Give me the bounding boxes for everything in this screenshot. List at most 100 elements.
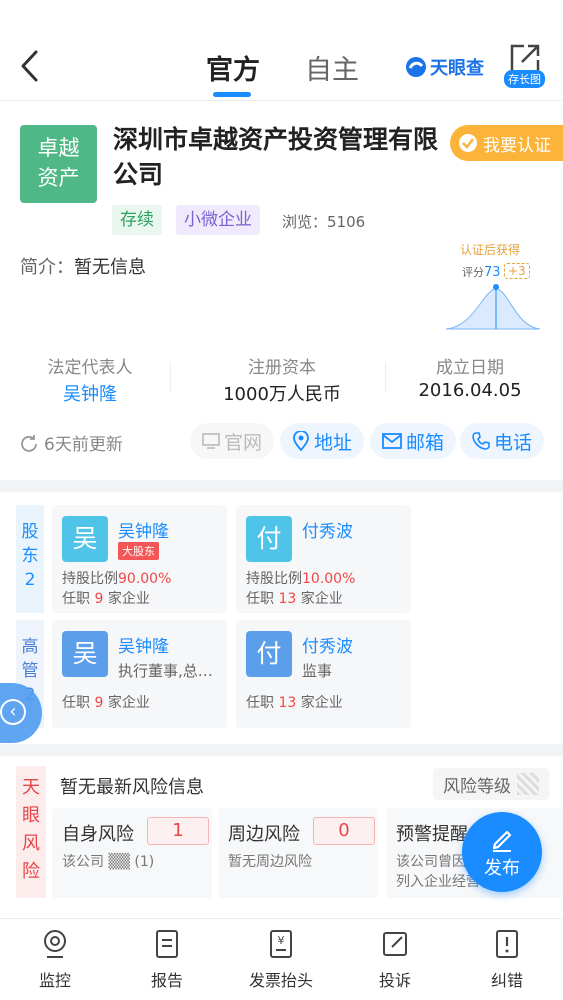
back-arrow-icon[interactable] [14,44,48,88]
publish-button[interactable]: 发布 [462,812,542,892]
section-divider [0,480,563,492]
risk-card-title: 自身风险 [62,824,134,845]
surrounding-risk-card[interactable]: 周边风险 0 暂无周边风险 [218,808,378,898]
nav-correction[interactable]: 纠错 [462,929,552,991]
monitor-icon [202,433,220,449]
executive-card[interactable]: 付 付秀波 监事 任职 13 家企业 [236,620,411,728]
risk-card-title: 预警提醒 [396,824,468,845]
score-card-title: 认证后获得 [460,243,521,257]
edit-pen-icon [492,830,512,852]
publish-label: 发布 [484,858,520,879]
share-ratio-value: 10.00% [302,571,356,587]
company-logo-line2: 资产 [37,166,80,190]
side-char: 眼 [22,805,40,826]
save-long-badge: 存长图 [504,70,545,88]
side-char: 东 [21,546,39,566]
nav-report[interactable]: 报告 [122,929,212,991]
tab-underline [213,92,251,97]
risk-card-title: 周边风险 [228,824,300,845]
nav-invoice[interactable]: ¥ 发票抬头 [236,929,326,991]
bottom-nav: 监控 报告 ¥ 发票抬头 投诉 纠错 [0,918,563,1000]
post-prefix: 任职 [246,591,274,607]
executive-name[interactable]: 付秀波 [302,632,353,657]
nav-monitor[interactable]: 监控 [10,929,100,991]
status-tag: 存续 [112,205,162,235]
post-count: 任职 13 家企业 [246,692,343,712]
post-suffix: 家企业 [300,695,343,711]
score-label: 评分73 [462,264,501,280]
address-chip[interactable]: 地址 [280,423,365,459]
risk-side-label[interactable]: 天 眼 风 险 [16,766,46,898]
nav-label: 投诉 [378,971,411,990]
edit-complaint-icon [383,932,407,956]
company-logo: 卓越 资产 [20,125,97,203]
legal-rep-value[interactable]: 吴钟隆 [40,380,140,406]
post-count: 任职 9 家企业 [62,588,150,608]
post-count-value: 9 [94,695,104,711]
executive-card[interactable]: 吴 吴钟隆 执行董事,总… 任职 9 家企业 [52,620,227,728]
tab-official[interactable]: 官方 [206,48,260,87]
risk-level-blurred-icon [517,773,539,795]
info-separator [170,362,171,392]
alert-document-icon [496,930,518,958]
email-chip[interactable]: 邮箱 [370,423,457,459]
score-plus: +3 [504,263,530,279]
logo-text: 天眼查 [430,58,484,79]
risk-none-text: 暂无最新风险信息 [60,777,204,798]
post-count-value: 13 [278,695,297,711]
camera-monitor-icon [44,930,66,958]
side-count: 2 [24,570,36,590]
verified-check-icon [459,134,477,152]
shareholder-card[interactable]: 吴 吴钟隆 大股东 持股比例90.00% 任职 9 家企业 [52,505,227,613]
registered-capital: 注册资本 1000万人民币 [212,353,352,406]
founded-label: 成立日期 [436,358,504,378]
self-risk-card[interactable]: 自身风险 1 该公司 ▒▒ (1) [52,808,212,898]
post-suffix: 家企业 [107,695,150,711]
post-count: 任职 9 家企业 [62,692,150,712]
nav-complaint[interactable]: 投诉 [350,929,440,991]
intro-label: 简介： [20,257,74,278]
score-card[interactable]: 认证后获得 评分73 +3 [442,241,542,333]
tab-self[interactable]: 自主 [305,48,359,87]
post-prefix: 任职 [62,695,90,711]
legal-rep-label: 法定代表人 [47,358,133,378]
shareholders-side-label[interactable]: 股 东 2 [16,505,44,613]
avatar: 付 [246,516,292,562]
verify-button[interactable]: 我要认证 [450,125,563,161]
save-long-image-button[interactable]: 存长图 [504,42,550,88]
score-bell-curve-icon [445,284,541,330]
company-name: 深圳市卓越资产投资管理有限公司 [113,125,439,189]
post-prefix: 任职 [62,591,90,607]
shareholder-name[interactable]: 付秀波 [302,517,353,542]
address-label: 地址 [314,431,353,454]
post-count-value: 9 [94,591,104,607]
shareholder-card[interactable]: 付 付秀波 持股比例10.00% 任职 13 家企业 [236,505,411,613]
website-label: 官网 [224,431,263,454]
executive-name[interactable]: 吴钟隆 [118,632,169,657]
website-chip[interactable]: 官网 [190,423,275,459]
major-shareholder-badge: 大股东 [118,542,159,560]
nav-label: 报告 [150,971,183,990]
side-char: 险 [22,861,40,882]
nav-label: 监控 [38,971,71,990]
side-char: 风 [22,833,40,854]
risk-level-button[interactable]: 风险等级 [433,768,549,800]
risk-card-desc: 暂无周边风险 [228,854,312,870]
nav-label: 发票抬头 [248,971,313,990]
verify-label: 我要认证 [483,135,551,156]
post-count: 任职 13 家企业 [246,588,343,608]
phone-chip[interactable]: 电话 [460,423,545,459]
side-char: 天 [22,777,40,798]
legal-rep[interactable]: 法定代表人 吴钟隆 [40,353,140,406]
score-value: 73 [484,265,501,280]
risk-card-count: 1 [147,817,209,845]
post-prefix: 任职 [246,695,274,711]
invoice-yen-icon: ¥ [270,930,292,958]
section-divider [0,744,563,756]
info-separator [385,362,386,392]
share-ratio-label: 持股比例 [246,571,302,587]
side-char: 高 [21,637,39,657]
refresh-icon [21,434,37,452]
shareholder-name[interactable]: 吴钟隆 [118,517,169,542]
update-status[interactable]: 6天前更新 [20,430,123,455]
